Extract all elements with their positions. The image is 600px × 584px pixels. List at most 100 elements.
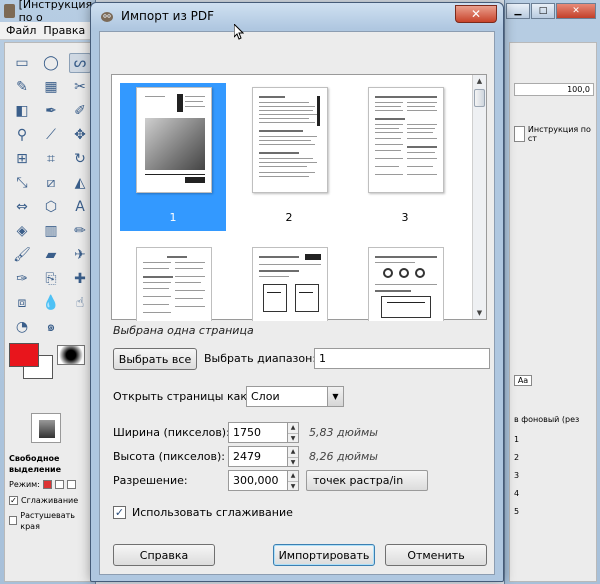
help-button[interactable]: Справка [113,544,215,566]
spin-up-icon[interactable]: ▲ [288,471,298,481]
pencil-tool-icon[interactable]: ✏ [69,221,91,241]
bucket-fill-tool-icon[interactable]: ◈ [11,221,33,241]
scroll-thumb[interactable] [474,89,485,107]
feather-checkbox[interactable] [9,516,18,526]
page-number-3: 3 [401,211,409,224]
resolution-label: Разрешение: [113,474,188,487]
dialog-titlebar: Импорт из PDF [91,3,503,29]
swirl-tool-icon[interactable]: ๑ [40,317,62,337]
rotate-tool-icon[interactable]: ↻ [69,149,91,169]
menu-file[interactable]: Файл [6,24,36,37]
flip-tool-icon[interactable]: ⇔ [11,197,33,217]
open-pages-as-value: Слои [251,390,280,403]
crop-tool-icon[interactable]: ⌗ [40,149,62,169]
resolution-input[interactable]: 300,000 [228,470,288,491]
page-thumb-2[interactable]: 2 [236,83,342,231]
width-spinner[interactable]: ▲ ▼ [288,422,299,443]
scroll-up-icon[interactable]: ▲ [473,75,486,87]
spin-up-icon[interactable]: ▲ [288,447,298,457]
spin-down-icon[interactable]: ▼ [288,457,298,467]
toolbox-window: [Инструкция по о Файл Правка В ▭ ◯ ᔕ ✎ ▦… [0,0,100,584]
heal-tool-icon[interactable]: ✚ [69,269,91,289]
perspective-clone-tool-icon[interactable]: ⧈ [11,293,33,313]
color-select-tool-icon[interactable]: ▦ [40,77,62,97]
dodge-burn-tool-icon[interactable]: ◔ [11,317,33,337]
zoom-tool-icon[interactable]: ⚲ [11,125,33,145]
gradient-swatch[interactable] [57,345,85,365]
maximize-icon[interactable]: □ [531,3,555,19]
perspective-tool-icon[interactable]: ◭ [69,173,91,193]
page-thumb-4[interactable] [136,247,212,321]
scale-tool-icon[interactable]: ⤡ [11,173,33,193]
opacity-field[interactable]: 100,0 [514,83,594,96]
select-range-label: Выбрать диапазон: [204,352,317,365]
blur-tool-icon[interactable]: 💧 [40,293,62,313]
resolution-unit-select[interactable]: точек растра/in [306,470,428,491]
paths-tool-icon[interactable]: ✒ [40,101,62,121]
close-icon[interactable]: ✕ [556,3,596,19]
height-spinner[interactable]: ▲ ▼ [288,446,299,467]
mode-replace-icon[interactable] [42,480,52,490]
list-value-5: 5 [514,507,520,516]
height-input[interactable]: 2479 [228,446,288,467]
ink-tool-icon[interactable]: ✑ [11,269,33,289]
width-input[interactable]: 1750 [228,422,288,443]
cancel-button[interactable]: Отменить [385,544,487,566]
menu-edit[interactable]: Правка [43,24,85,37]
page-preview-area[interactable]: 1 2 3 ▲ ▼ [111,74,487,321]
paintbrush-tool-icon[interactable]: 🖌 [11,245,33,265]
ellipse-select-tool-icon[interactable]: ◯ [40,53,62,73]
foreground-color-swatch[interactable] [9,343,39,367]
scroll-down-icon[interactable]: ▼ [473,307,486,319]
rect-select-tool-icon[interactable]: ▭ [11,53,33,73]
clone-tool-icon[interactable]: ⎘ [40,269,62,289]
dialog-close-button[interactable]: ✕ [455,5,497,23]
select-all-button[interactable]: Выбрать все [113,348,197,370]
smudge-tool-icon[interactable]: ☝ [69,293,91,313]
width-hint: 5,83 дюймы [309,426,378,439]
page-thumb-5[interactable] [252,247,328,321]
page-thumb-1[interactable]: 1 [120,83,226,231]
spin-down-icon[interactable]: ▼ [288,433,298,443]
minimize-icon[interactable]: ▁ [506,3,530,19]
toolbox-title: [Инструкция по о [18,0,93,24]
antialias-checkbox-bg[interactable]: ✓ [9,495,18,505]
text-tool-icon[interactable]: A [69,197,91,217]
select-range-input[interactable]: 1 [314,348,490,369]
spin-up-icon[interactable]: ▲ [288,423,298,433]
airbrush-tool-icon[interactable]: ✈ [69,245,91,265]
fuzzy-select-tool-icon[interactable]: ✎ [11,77,33,97]
tool-grid: ▭ ◯ ᔕ ✎ ▦ ✂ ◧ ✒ ✐ ⚲ ⟋ ✥ ⊞ ⌗ ↻ ⤡ ⧄ ◭ ⇔ ⬡ … [5,43,91,337]
preview-scrollbar[interactable]: ▲ ▼ [472,75,486,319]
blend-tool-icon[interactable]: ▥ [40,221,62,241]
align-tool-icon[interactable]: ⊞ [11,149,33,169]
resolution-spinner[interactable]: ▲ ▼ [288,470,299,491]
chevron-down-icon[interactable]: ▼ [327,387,343,406]
import-button[interactable]: Импортировать [273,544,375,566]
page-thumb-6[interactable] [368,247,444,321]
measure-tool-icon[interactable]: ⟋ [40,125,62,145]
color-picker-tool-icon[interactable]: ✐ [69,101,91,121]
mode-add-icon[interactable] [54,480,64,490]
layer-thumbnail [514,126,525,142]
mode-subtract-icon[interactable] [66,480,76,490]
scissors-tool-icon[interactable]: ✂ [69,77,91,97]
free-select-tool-icon[interactable]: ᔕ [69,53,91,73]
spin-down-icon[interactable]: ▼ [288,481,298,491]
dock-panel: 100,0 Инструкция по ст Aa в фоновый (рез… [509,42,597,582]
page-thumb-3[interactable]: 3 [352,83,458,231]
foreground-select-tool-icon[interactable]: ◧ [11,101,33,121]
color-swatches[interactable] [9,343,89,403]
fonts-tab[interactable]: Aa [514,375,532,386]
page-3-sheet [368,87,444,193]
move-tool-icon[interactable]: ✥ [69,125,91,145]
gimp-wilber-icon [101,12,113,22]
antialias-checkbox[interactable]: ✓ [113,506,126,519]
shear-tool-icon[interactable]: ⧄ [40,173,62,193]
cage-tool-icon[interactable]: ⬡ [40,197,62,217]
eraser-tool-icon[interactable]: ▰ [40,245,62,265]
image-thumbnail[interactable] [31,413,61,443]
layer-row[interactable]: Инструкция по ст [514,125,594,143]
open-pages-as-select[interactable]: Слои ▼ [246,386,344,407]
antialias-label-bg: Сглаживание [21,495,79,505]
